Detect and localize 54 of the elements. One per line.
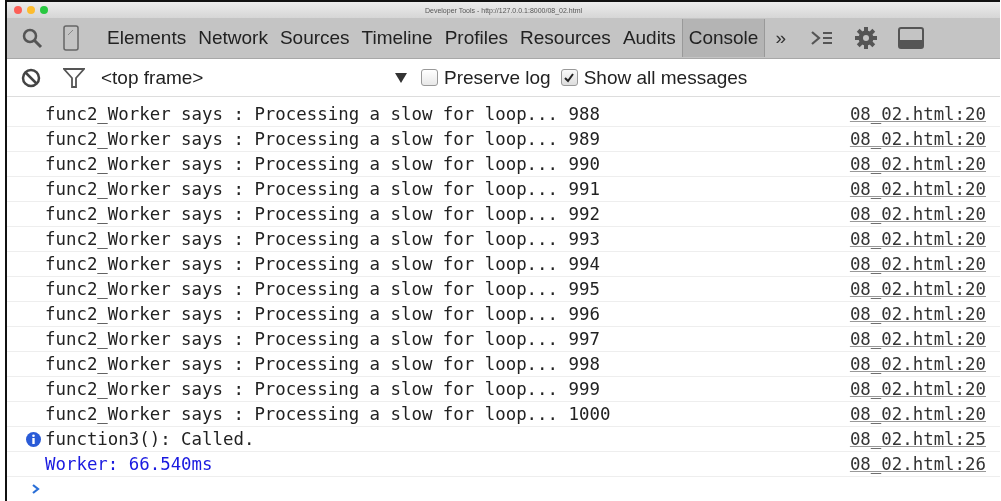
source-link[interactable]: 08_02.html:26 (849, 454, 986, 474)
log-message: func2_Worker says : Processing a slow for loop... 997 (45, 329, 601, 349)
checkbox-label: Preserve log (444, 66, 551, 89)
device-icon[interactable] (63, 25, 79, 51)
source-link[interactable]: 08_02.html:20 (849, 379, 986, 399)
source-link[interactable]: 08_02.html:20 (849, 329, 986, 349)
log-message: func2_Worker says : Processing a slow for loop... 999 (45, 379, 601, 399)
source-link[interactable]: 08_02.html:20 (849, 229, 986, 249)
log-message: Worker: 66.540ms (45, 454, 214, 474)
log-message: func2_Worker says : Processing a slow for loop... 995 (45, 279, 601, 299)
source-link[interactable]: 08_02.html:20 (849, 404, 986, 424)
dock-icon[interactable] (898, 27, 924, 49)
log-message: func2_Worker says : Processing a slow for loop... 992 (45, 204, 601, 224)
checkbox-label: Show all messages (583, 66, 748, 89)
close-button[interactable] (14, 6, 22, 14)
search-icon[interactable] (21, 27, 43, 49)
source-link[interactable]: 08_02.html:20 (849, 279, 986, 299)
log-message: func2_Worker says : Processing a slow for loop... 988 (45, 104, 601, 124)
tab[interactable]: Profiles (438, 19, 515, 57)
tab[interactable]: Elements (101, 19, 193, 57)
source-link[interactable]: 08_02.html:20 (849, 129, 986, 149)
log-message: func2_Worker says : Processing a slow for loop... 991 (45, 179, 601, 199)
tab[interactable]: Resources (514, 19, 617, 57)
info-icon (26, 431, 41, 447)
tab[interactable]: Console (681, 19, 766, 57)
log-message: func2_Worker says : Processing a slow for loop... 993 (45, 229, 601, 249)
source-link[interactable]: 08_02.html:20 (849, 354, 986, 374)
source-link[interactable]: 08_02.html:25 (849, 429, 986, 449)
prompt-icon[interactable] (31, 483, 41, 495)
checkbox[interactable] (421, 69, 438, 86)
tab[interactable]: Audits (616, 19, 682, 57)
clear-icon[interactable] (21, 67, 41, 88)
log-message: func2_Worker says : Processing a slow for loop... 1000 (45, 404, 612, 424)
tab[interactable]: Timeline (355, 19, 439, 57)
log-message: func2_Worker says : Processing a slow for loop... 996 (45, 304, 601, 324)
checkbox[interactable] (560, 69, 578, 86)
tab[interactable]: Sources (273, 19, 356, 57)
drawer-icon[interactable] (810, 29, 834, 47)
filter-icon[interactable] (63, 67, 85, 88)
source-link[interactable]: 08_02.html:20 (849, 154, 986, 174)
source-link[interactable]: 08_02.html:20 (849, 179, 986, 199)
log-message: func2_Worker says : Processing a slow for loop... 994 (45, 254, 601, 274)
more-tabs-button[interactable]: » (775, 27, 786, 49)
caret-icon (395, 72, 407, 83)
log-message: func2_Worker says : Processing a slow for loop... 998 (45, 354, 601, 374)
tab[interactable]: Network (192, 19, 274, 57)
source-link[interactable]: 08_02.html:20 (849, 254, 986, 274)
log-message: function3(): Called. (45, 429, 256, 449)
log-message: func2_Worker says : Processing a slow for loop... 990 (45, 154, 601, 174)
log-message: func2_Worker says : Processing a slow for loop... 989 (45, 129, 601, 149)
source-link[interactable]: 08_02.html:20 (849, 304, 986, 324)
source-link[interactable]: 08_02.html:20 (849, 204, 986, 224)
source-link[interactable]: 08_02.html:20 (849, 104, 986, 124)
context-dropdown[interactable]: <top frame> (101, 66, 407, 89)
